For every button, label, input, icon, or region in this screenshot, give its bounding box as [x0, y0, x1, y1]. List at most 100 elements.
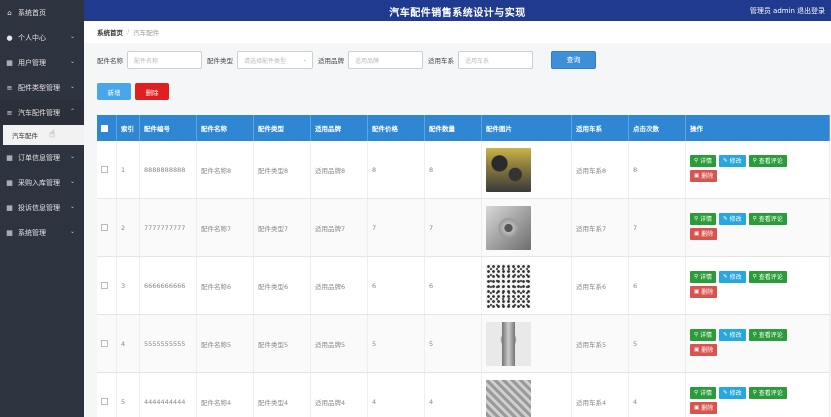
cell-index: 5	[117, 373, 140, 417]
sidebar-item-label: 汽车配件管理	[18, 108, 60, 117]
cell-code: 4444444444	[140, 373, 197, 417]
grid-icon: ▦	[6, 153, 13, 162]
series-input[interactable]: 适用车系	[458, 51, 533, 69]
delete-button[interactable]: 删除	[135, 83, 169, 100]
list-icon: ≡	[6, 83, 13, 92]
sidebar-item-part-types[interactable]: ≡ 配件类型管理 ⌄	[0, 75, 84, 100]
remove-label: 删除	[701, 173, 714, 180]
cell-series: 适用车系8	[572, 141, 629, 198]
add-button[interactable]: 新增	[97, 83, 131, 100]
table-row: 2 7777777777 配件名称7 配件类型7 适用品牌7 7 7 适用车系7…	[97, 199, 830, 257]
detail-button[interactable]: ⚲ 详情	[690, 386, 717, 399]
edit-button[interactable]: ✎ 修改	[719, 328, 746, 341]
col-image: 配件图片	[482, 115, 572, 141]
row-checkbox[interactable]	[101, 166, 108, 173]
sidebar-subitem-label: 汽车配件	[12, 132, 38, 140]
sidebar-item-orders[interactable]: ▦ 订单信息管理 ⌄	[0, 145, 84, 170]
sidebar-item-profile[interactable]: ● 个人中心 ⌄	[0, 25, 84, 50]
select-all-checkbox[interactable]	[101, 124, 108, 132]
cell-series: 适用车系4	[572, 373, 629, 417]
edit-button[interactable]: ✎ 修改	[719, 386, 746, 399]
chevron-down-icon: ⌄	[69, 178, 75, 185]
edit-icon: ✎	[723, 157, 728, 164]
sidebar-item-complaints[interactable]: ▦ 投诉信息管理 ⌄	[0, 195, 84, 220]
chevron-down-icon: ⌄	[69, 203, 75, 210]
cell-name: 配件名称7	[197, 199, 254, 256]
chevron-down-icon: ⌄	[69, 58, 75, 65]
col-type: 配件类型	[254, 115, 311, 141]
table-row: 5 4444444444 配件名称4 配件类型4 适用品牌4 4 4 适用车系4…	[97, 373, 830, 417]
brand-input[interactable]: 适用品牌	[348, 51, 423, 69]
chevron-up-icon: ⌃	[69, 108, 75, 115]
sidebar-item-home[interactable]: ⌂ 系统首页	[0, 0, 84, 25]
query-button[interactable]: 查询	[551, 51, 596, 69]
cell-actions: ⚲ 详情 ✎ 修改 ⚲ 查看评论 ▣ 删除	[686, 141, 830, 198]
detail-button[interactable]: ⚲ 详情	[690, 328, 717, 341]
row-checkbox[interactable]	[101, 398, 108, 405]
review-button[interactable]: ⚲ 查看评论	[748, 270, 787, 283]
review-button[interactable]: ⚲ 查看评论	[748, 328, 787, 341]
cell-clicks: 6	[629, 257, 686, 314]
row-checkbox[interactable]	[101, 224, 108, 231]
remove-button[interactable]: ▣ 删除	[690, 169, 718, 182]
col-index: 索引	[117, 115, 140, 141]
breadcrumb: 系统首页 / 汽车配件	[84, 21, 831, 43]
sidebar: ⌂ 系统首页 ● 个人中心 ⌄ ▦ 用户管理 ⌄ ≡ 配件类型管理 ⌄ ≡ 汽车…	[0, 0, 84, 417]
edit-button[interactable]: ✎ 修改	[719, 270, 746, 283]
brand-label: 适用品牌	[318, 57, 344, 65]
edit-label: 修改	[729, 332, 742, 339]
cell-actions: ⚲ 详情 ✎ 修改 ⚲ 查看评论 ▣ 删除	[686, 257, 830, 314]
edit-icon: ✎	[723, 215, 728, 222]
breadcrumb-home[interactable]: 系统首页	[97, 27, 123, 37]
search-icon: ⚲	[694, 331, 699, 338]
sidebar-item-users[interactable]: ▦ 用户管理 ⌄	[0, 50, 84, 75]
remove-button[interactable]: ▣ 删除	[690, 227, 718, 240]
detail-button[interactable]: ⚲ 详情	[690, 270, 717, 283]
trash-icon: ▣	[694, 288, 700, 295]
sidebar-item-purchases[interactable]: ▦ 采购入库管理 ⌄	[0, 170, 84, 195]
remove-label: 删除	[701, 289, 714, 296]
part-image[interactable]	[486, 379, 531, 417]
remove-button[interactable]: ▣ 删除	[690, 285, 718, 298]
trash-icon: ▣	[694, 172, 700, 179]
col-brand: 适用品牌	[311, 115, 368, 141]
search-bar: 配件名称 配件名称 配件类型 请选择配件类型 ⌄ 适用品牌 适用品牌 适用车系 …	[97, 51, 596, 69]
part-image[interactable]	[486, 321, 531, 366]
sidebar-item-label: 系统首页	[18, 8, 46, 17]
part-type-select[interactable]: 请选择配件类型 ⌄	[237, 51, 313, 69]
edit-icon: ✎	[723, 273, 728, 280]
sidebar-subitem-parts[interactable]: 汽车配件 ☝	[3, 125, 84, 145]
col-qty: 配件数量	[425, 115, 482, 141]
cell-name: 配件名称5	[197, 315, 254, 372]
sidebar-item-label: 投诉信息管理	[18, 203, 60, 212]
review-button[interactable]: ⚲ 查看评论	[748, 386, 787, 399]
review-button[interactable]: ⚲ 查看评论	[748, 212, 787, 225]
remove-button[interactable]: ▣ 删除	[690, 401, 718, 414]
home-icon: ⌂	[7, 8, 12, 17]
part-type-placeholder: 请选择配件类型	[244, 57, 287, 65]
col-name: 配件名称	[197, 115, 254, 141]
search-icon: ⚲	[752, 273, 757, 280]
review-button[interactable]: ⚲ 查看评论	[748, 154, 787, 167]
table-row: 1 8888888888 配件名称8 配件类型8 适用品牌8 8 8 适用车系8…	[97, 141, 830, 199]
logout-link[interactable]: 退出登录	[797, 6, 825, 16]
edit-button[interactable]: ✎ 修改	[719, 154, 746, 167]
cell-price: 6	[368, 257, 425, 314]
detail-button[interactable]: ⚲ 详情	[690, 212, 717, 225]
cell-brand: 适用品牌5	[311, 315, 368, 372]
remove-label: 删除	[701, 347, 714, 354]
detail-button[interactable]: ⚲ 详情	[690, 154, 717, 167]
sidebar-item-parts[interactable]: ≡ 汽车配件管理 ⌃	[0, 100, 84, 125]
remove-button[interactable]: ▣ 删除	[690, 343, 718, 356]
col-price: 配件价格	[368, 115, 425, 141]
edit-button[interactable]: ✎ 修改	[719, 212, 746, 225]
cell-price: 7	[368, 199, 425, 256]
row-checkbox[interactable]	[101, 282, 108, 289]
cell-name: 配件名称4	[197, 373, 254, 417]
part-name-input[interactable]: 配件名称	[127, 51, 202, 69]
part-image[interactable]	[486, 263, 531, 308]
part-image[interactable]	[486, 147, 531, 192]
sidebar-item-system[interactable]: ▦ 系统管理 ⌄	[0, 220, 84, 245]
row-checkbox[interactable]	[101, 340, 108, 347]
part-image[interactable]	[486, 205, 531, 250]
